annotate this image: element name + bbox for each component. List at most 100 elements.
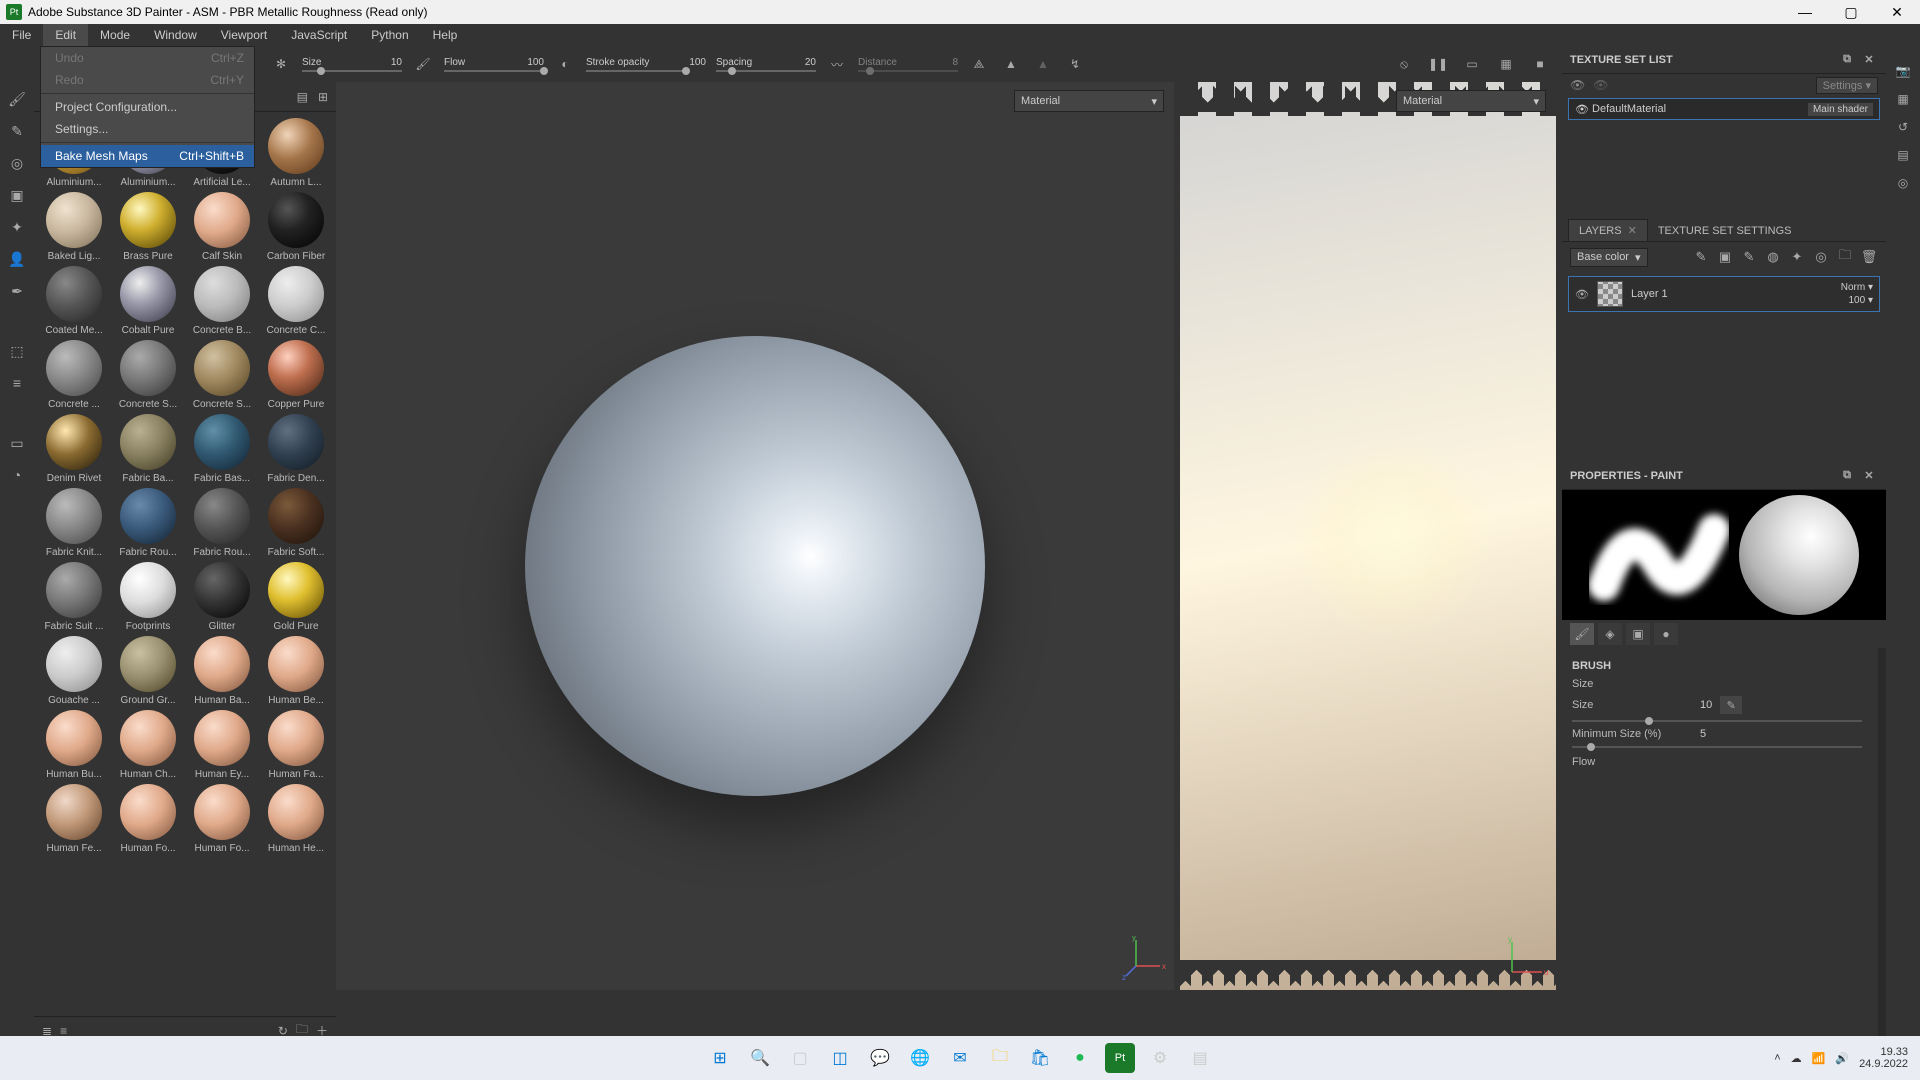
shader-badge[interactable]: Main shader — [1808, 103, 1873, 116]
material-item[interactable]: Human Bu... — [40, 710, 108, 780]
folder-icon[interactable]: 🗀 — [1836, 248, 1854, 266]
iray-icon[interactable]: ▭ — [6, 432, 28, 454]
eraser-tool-icon[interactable]: ✎ — [6, 120, 28, 142]
material-item[interactable]: Concrete ... — [40, 340, 108, 410]
material-item[interactable]: Autumn L... — [262, 118, 330, 188]
uv-icon[interactable]: ▦ — [1897, 92, 1908, 106]
channel-dropdown[interactable]: Base color▾ — [1570, 248, 1648, 267]
menu-mode[interactable]: Mode — [88, 24, 142, 46]
render-icon[interactable]: 📷 — [1896, 64, 1911, 78]
delete-layer-icon[interactable]: 🗑 — [1860, 248, 1878, 266]
material-item[interactable]: Human Ey... — [188, 710, 256, 780]
projection-tool-icon[interactable]: ◎ — [6, 152, 28, 174]
size-slider[interactable]: Size10 — [302, 57, 402, 72]
2d-viewport[interactable]: Material▾ u y — [1180, 82, 1556, 990]
close-tab-icon[interactable]: ✕ — [1628, 225, 1637, 237]
wrap-icon[interactable]: ↯ — [1064, 53, 1086, 75]
material-item[interactable]: Calf Skin — [188, 192, 256, 262]
maximize-button[interactable]: ▢ — [1828, 0, 1874, 24]
volume-icon[interactable]: 🔊 — [1835, 1052, 1849, 1065]
layer-visibility-icon[interactable]: 👁 — [1575, 288, 1589, 301]
menu-viewport[interactable]: Viewport — [209, 24, 279, 46]
visible-all-icon[interactable]: 👁 — [1570, 78, 1585, 92]
tab-texture-set-settings[interactable]: TEXTURE SET SETTINGS — [1648, 221, 1802, 241]
tray-chevron-icon[interactable]: ˄ — [1774, 1052, 1780, 1064]
smart-material-icon[interactable]: ✦ — [1788, 248, 1806, 266]
symmetry-icon[interactable]: ⟁ — [968, 53, 990, 75]
material-item[interactable]: Fabric Rou... — [114, 488, 182, 558]
substance-painter-taskbar-icon[interactable]: Pt — [1105, 1043, 1135, 1073]
taskbar-clock[interactable]: 19.33 24.9.2022 — [1859, 1046, 1908, 1070]
material-item[interactable]: Ground Gr... — [114, 636, 182, 706]
mail-icon[interactable]: ✉ — [945, 1043, 975, 1073]
brush-preset-icon[interactable]: ✻ — [270, 53, 292, 75]
pen-pressure-size-icon[interactable]: ✎ — [1720, 696, 1742, 714]
spacing-slider[interactable]: Spacing20 — [716, 57, 816, 72]
material-item[interactable]: Fabric Rou... — [188, 488, 256, 558]
settings-icon[interactable]: ⚙ — [1145, 1043, 1175, 1073]
close-button[interactable]: ✕ — [1874, 0, 1920, 24]
material-item[interactable]: Fabric Ba... — [114, 414, 182, 484]
menu-edit[interactable]: Edit — [43, 24, 88, 46]
material-item[interactable]: Brass Pure — [114, 192, 182, 262]
start-button[interactable]: ⊞ — [705, 1043, 735, 1073]
perspective-icon[interactable]: ▭ — [1461, 53, 1483, 75]
shelf-view-icon[interactable]: ⊞ — [318, 90, 328, 104]
menu-undo[interactable]: UndoCtrl+Z — [41, 47, 254, 69]
tab-alpha-icon[interactable]: ◈ — [1598, 623, 1622, 645]
opacity-icon[interactable]: ◐ — [554, 53, 576, 75]
material-item[interactable]: Fabric Knit... — [40, 488, 108, 558]
spotify-icon[interactable]: ● — [1065, 1043, 1095, 1073]
material-item[interactable]: Human He... — [262, 784, 330, 854]
layer-thumbnail[interactable] — [1597, 281, 1623, 307]
material-picker-icon[interactable]: ✒ — [6, 280, 28, 302]
menu-redo[interactable]: RedoCtrl+Y — [41, 69, 254, 91]
material-item[interactable]: Human Ch... — [114, 710, 182, 780]
material-item[interactable]: Fabric Den... — [262, 414, 330, 484]
menu-project-configuration[interactable]: Project Configuration... — [41, 96, 254, 118]
store-icon[interactable]: 🛍 — [1025, 1043, 1055, 1073]
close-icon[interactable]: ✕ — [1860, 467, 1878, 485]
3d-viewport[interactable]: Material▾ x y z — [336, 82, 1174, 990]
axis-gizmo-3d[interactable]: x y z — [1122, 936, 1166, 980]
lazy-mouse-icon[interactable]: 〰 — [826, 53, 848, 75]
menu-help[interactable]: Help — [421, 24, 470, 46]
instance-icon[interactable]: ◎ — [1812, 248, 1830, 266]
dock-icon[interactable]: ⧉ — [1838, 51, 1856, 69]
tab-stencil-icon[interactable]: ▣ — [1626, 623, 1650, 645]
onedrive-icon[interactable]: ☁ — [1791, 1052, 1802, 1065]
material-item[interactable]: Human Be... — [262, 636, 330, 706]
material-item[interactable]: Coated Me... — [40, 266, 108, 336]
texture-set-item[interactable]: 👁 DefaultMaterial Main shader — [1568, 98, 1880, 120]
layer-name[interactable]: Layer 1 — [1631, 288, 1668, 300]
material-item[interactable]: Human Ba... — [188, 636, 256, 706]
material-item[interactable]: Glitter — [188, 562, 256, 632]
material-item[interactable]: Footprints — [114, 562, 182, 632]
explorer-icon[interactable]: 🗀 — [985, 1043, 1015, 1073]
app-icon[interactable]: ▤ — [1185, 1043, 1215, 1073]
material-item[interactable]: Concrete S... — [114, 340, 182, 410]
widgets-icon[interactable]: ◫ — [825, 1043, 855, 1073]
axis-gizmo-2d[interactable]: u y — [1504, 936, 1548, 980]
tab-layers[interactable]: LAYERS✕ — [1568, 219, 1648, 241]
material-item[interactable]: Fabric Soft... — [262, 488, 330, 558]
tab-material-icon[interactable]: ● — [1654, 623, 1678, 645]
brush-size-slider[interactable] — [1572, 720, 1868, 722]
hide-icon[interactable]: ⦸ — [1393, 53, 1415, 75]
tab-brush-icon[interactable]: 🖌 — [1570, 623, 1594, 645]
distance-slider[interactable]: Distance8 — [858, 57, 958, 72]
menu-settings[interactable]: Settings... — [41, 118, 254, 140]
search-icon[interactable]: 🔍 — [745, 1043, 775, 1073]
log-icon[interactable]: ▤ — [1897, 148, 1908, 162]
menu-python[interactable]: Python — [359, 24, 420, 46]
resource-icon[interactable]: ⬚ — [6, 340, 28, 362]
material-item[interactable]: Concrete S... — [188, 340, 256, 410]
material-item[interactable]: Denim Rivet — [40, 414, 108, 484]
stroke-opacity-slider[interactable]: Stroke opacity100 — [586, 57, 706, 72]
viewport-channel-dropdown[interactable]: Material▾ — [1014, 90, 1164, 112]
menu-window[interactable]: Window — [142, 24, 209, 46]
material-item[interactable]: Gold Pure — [262, 562, 330, 632]
mirror-icon[interactable]: ▲ — [1000, 53, 1022, 75]
material-item[interactable]: Baked Lig... — [40, 192, 108, 262]
min-size-slider[interactable] — [1572, 746, 1868, 748]
